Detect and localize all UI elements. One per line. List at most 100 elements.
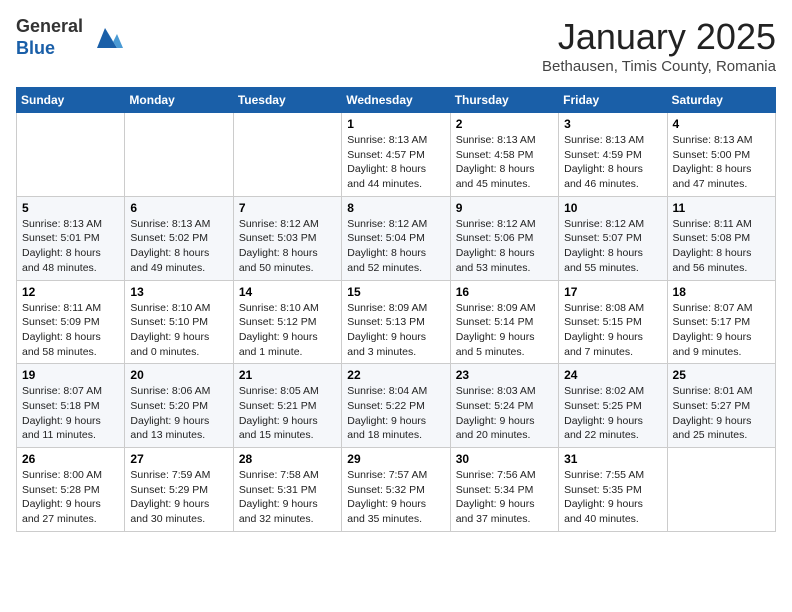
calendar-cell: 1Sunrise: 8:13 AM Sunset: 4:57 PM Daylig… [342,113,450,197]
day-number: 10 [564,201,661,215]
day-info: Sunrise: 8:06 AM Sunset: 5:20 PM Dayligh… [130,384,227,443]
calendar-cell: 11 Sunrise: 8:11 AM Sunset: 5:08 PM Dayli… [667,196,775,280]
day-info: Sunrise: 8:07 AM Sunset: 5:17 PM Dayligh… [673,301,770,360]
calendar-cell: 10 Sunrise: 8:12 AM Sunset: 5:07 PM Dayli… [559,196,667,280]
day-info: Sunrise: 8:04 AM Sunset: 5:22 PM Dayligh… [347,384,444,443]
day-info: Sunrise: 7:56 AM Sunset: 5:34 PM Dayligh… [456,468,553,527]
day-info: Sunrise: 8:12 AM Sunset: 5:06 PM Dayligh… [456,217,553,276]
calendar-cell: 4 Sunrise: 8:13 AM Sunset: 5:00 PM Daylig… [667,113,775,197]
calendar-cell: 28 Sunrise: 7:58 AM Sunset: 5:31 PM Dayli… [233,448,341,532]
day-info: Sunrise: 8:09 AM Sunset: 5:13 PM Dayligh… [347,301,444,360]
calendar-cell: 18 Sunrise: 8:07 AM Sunset: 5:17 PM Dayli… [667,280,775,364]
calendar-cell: 8 Sunrise: 8:12 AM Sunset: 5:04 PM Daylig… [342,196,450,280]
location-subtitle: Bethausen, Timis County, Romania [542,58,776,75]
day-number: 28 [239,452,336,466]
calendar-week-5: 26 Sunrise: 8:00 AM Sunset: 5:28 PM Dayli… [17,448,776,532]
calendar-cell: 22 Sunrise: 8:04 AM Sunset: 5:22 PM Dayli… [342,364,450,448]
day-number: 31 [564,452,661,466]
calendar-cell: 29Sunrise: 7:57 AM Sunset: 5:32 PM Dayli… [342,448,450,532]
calendar-cell: 15 Sunrise: 8:09 AM Sunset: 5:13 PM Dayli… [342,280,450,364]
day-info: Sunrise: 8:13 AM Sunset: 5:01 PM Dayligh… [22,217,119,276]
calendar-cell: 13Sunrise: 8:10 AM Sunset: 5:10 PM Dayli… [125,280,233,364]
day-number: 11 [673,201,770,215]
day-info: Sunrise: 8:12 AM Sunset: 5:07 PM Dayligh… [564,217,661,276]
day-info: Sunrise: 8:13 AM Sunset: 4:58 PM Dayligh… [456,133,553,192]
day-number: 5 [22,201,119,215]
calendar-cell [17,113,125,197]
day-number: 2 [456,117,553,131]
calendar-cell: 5 Sunrise: 8:13 AM Sunset: 5:01 PM Daylig… [17,196,125,280]
calendar-table: SundayMondayTuesdayWednesdayThursdayFrid… [16,87,776,532]
day-number: 20 [130,368,227,382]
day-info: Sunrise: 8:05 AM Sunset: 5:21 PM Dayligh… [239,384,336,443]
calendar-week-2: 5 Sunrise: 8:13 AM Sunset: 5:01 PM Daylig… [17,196,776,280]
weekday-header-monday: Monday [125,88,233,113]
day-number: 22 [347,368,444,382]
day-info: Sunrise: 8:01 AM Sunset: 5:27 PM Dayligh… [673,384,770,443]
calendar-week-3: 12Sunrise: 8:11 AM Sunset: 5:09 PM Dayli… [17,280,776,364]
calendar-cell: 19 Sunrise: 8:07 AM Sunset: 5:18 PM Dayli… [17,364,125,448]
month-title: January 2025 [542,16,776,58]
calendar-cell: 12Sunrise: 8:11 AM Sunset: 5:09 PM Dayli… [17,280,125,364]
logo: General Blue [16,16,123,59]
day-number: 15 [347,285,444,299]
day-number: 8 [347,201,444,215]
day-info: Sunrise: 8:11 AM Sunset: 5:08 PM Dayligh… [673,217,770,276]
calendar-cell: 14 Sunrise: 8:10 AM Sunset: 5:12 PM Dayli… [233,280,341,364]
weekday-header-sunday: Sunday [17,88,125,113]
day-info: Sunrise: 8:11 AM Sunset: 5:09 PM Dayligh… [22,301,119,360]
day-number: 21 [239,368,336,382]
weekday-header-tuesday: Tuesday [233,88,341,113]
day-number: 30 [456,452,553,466]
page-header: General Blue January 2025 Bethausen, Tim… [16,16,776,75]
title-block: January 2025 Bethausen, Timis County, Ro… [542,16,776,75]
calendar-cell: 3Sunrise: 8:13 AM Sunset: 4:59 PM Daylig… [559,113,667,197]
day-number: 23 [456,368,553,382]
day-number: 17 [564,285,661,299]
day-number: 29 [347,452,444,466]
day-info: Sunrise: 8:12 AM Sunset: 5:03 PM Dayligh… [239,217,336,276]
day-number: 9 [456,201,553,215]
day-number: 13 [130,285,227,299]
weekday-header-wednesday: Wednesday [342,88,450,113]
calendar-cell: 25 Sunrise: 8:01 AM Sunset: 5:27 PM Dayli… [667,364,775,448]
weekday-header-saturday: Saturday [667,88,775,113]
calendar-cell: 9 Sunrise: 8:12 AM Sunset: 5:06 PM Daylig… [450,196,558,280]
calendar-cell: 7Sunrise: 8:12 AM Sunset: 5:03 PM Daylig… [233,196,341,280]
calendar-cell: 2 Sunrise: 8:13 AM Sunset: 4:58 PM Daylig… [450,113,558,197]
day-number: 19 [22,368,119,382]
day-number: 4 [673,117,770,131]
day-info: Sunrise: 8:13 AM Sunset: 5:02 PM Dayligh… [130,217,227,276]
calendar-cell: 23Sunrise: 8:03 AM Sunset: 5:24 PM Dayli… [450,364,558,448]
day-number: 25 [673,368,770,382]
day-info: Sunrise: 8:09 AM Sunset: 5:14 PM Dayligh… [456,301,553,360]
calendar-cell: 31 Sunrise: 7:55 AM Sunset: 5:35 PM Dayli… [559,448,667,532]
day-number: 18 [673,285,770,299]
calendar-cell: 6 Sunrise: 8:13 AM Sunset: 5:02 PM Daylig… [125,196,233,280]
calendar-cell: 17Sunrise: 8:08 AM Sunset: 5:15 PM Dayli… [559,280,667,364]
day-number: 3 [564,117,661,131]
calendar-cell: 30 Sunrise: 7:56 AM Sunset: 5:34 PM Dayli… [450,448,558,532]
calendar-cell [125,113,233,197]
calendar-cell: 20 Sunrise: 8:06 AM Sunset: 5:20 PM Dayli… [125,364,233,448]
day-info: Sunrise: 8:12 AM Sunset: 5:04 PM Dayligh… [347,217,444,276]
day-info: Sunrise: 8:13 AM Sunset: 5:00 PM Dayligh… [673,133,770,192]
calendar-cell [233,113,341,197]
calendar-cell: 27Sunrise: 7:59 AM Sunset: 5:29 PM Dayli… [125,448,233,532]
calendar-cell [667,448,775,532]
weekday-header-friday: Friday [559,88,667,113]
day-number: 26 [22,452,119,466]
day-info: Sunrise: 8:10 AM Sunset: 5:12 PM Dayligh… [239,301,336,360]
day-info: Sunrise: 8:13 AM Sunset: 4:57 PM Dayligh… [347,133,444,192]
day-number: 27 [130,452,227,466]
day-info: Sunrise: 8:00 AM Sunset: 5:28 PM Dayligh… [22,468,119,527]
calendar-cell: 21 Sunrise: 8:05 AM Sunset: 5:21 PM Dayli… [233,364,341,448]
day-number: 6 [130,201,227,215]
day-number: 14 [239,285,336,299]
day-info: Sunrise: 8:07 AM Sunset: 5:18 PM Dayligh… [22,384,119,443]
logo-general: General [16,16,83,36]
day-info: Sunrise: 7:55 AM Sunset: 5:35 PM Dayligh… [564,468,661,527]
calendar-cell: 24Sunrise: 8:02 AM Sunset: 5:25 PM Dayli… [559,364,667,448]
day-info: Sunrise: 7:58 AM Sunset: 5:31 PM Dayligh… [239,468,336,527]
calendar-cell: 16Sunrise: 8:09 AM Sunset: 5:14 PM Dayli… [450,280,558,364]
